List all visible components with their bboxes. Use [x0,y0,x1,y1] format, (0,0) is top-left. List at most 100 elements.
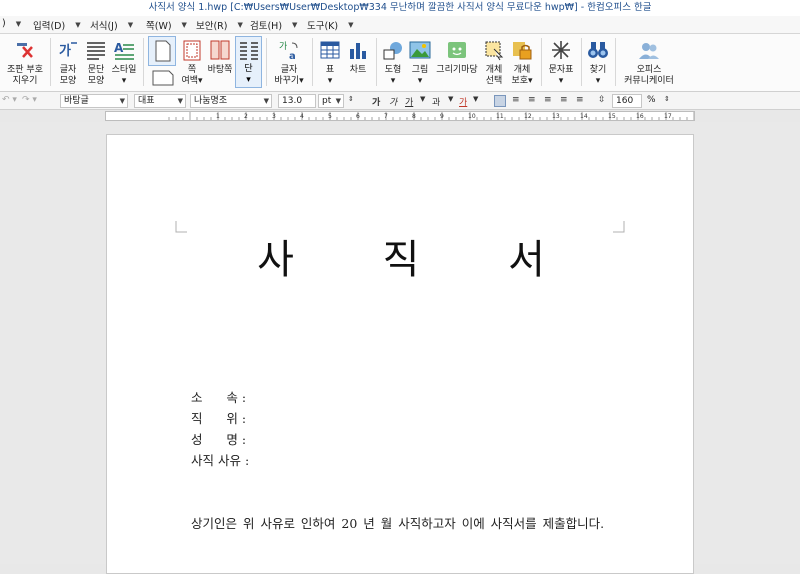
svg-text:a: a [289,51,296,61]
char-replace-icon: 가a [279,41,298,61]
redo-icon[interactable]: ↷ ▾ [22,95,37,105]
align-left-icon[interactable]: ≡ [512,95,520,105]
align-right-icon[interactable]: ≡ [544,95,552,105]
ribbon-separator [376,38,377,86]
ribbon-separator [266,38,267,86]
ruler-label: 13 [552,113,560,120]
people-icon [639,43,659,59]
align-center-icon[interactable]: ≡ [528,95,536,105]
align-distribute-icon[interactable]: ≡ [560,95,568,105]
page-portrait-icon [155,40,171,62]
find-button[interactable]: 찾기 ▾ [584,36,612,90]
clipart-icon [448,42,466,58]
strikethrough-button[interactable]: 과 [432,95,440,108]
column-icon [240,42,258,60]
ribbon-separator [541,38,542,86]
horizontal-ruler[interactable]: 1 2 3 4 5 6 7 8 9 10 11 12 13 14 15 16 17 [105,111,695,121]
font-size-input[interactable]: 13.0 [278,94,316,108]
symbol-button[interactable]: 문자표 ▾ [544,36,578,90]
char-shape-icon: 가 [59,42,77,59]
menu-item-review[interactable]: 검토(H) ▼ [250,18,297,32]
para-shape-button[interactable]: 문단 모양 [82,36,110,90]
column-button[interactable]: 단 ▾ [235,36,262,88]
object-select-button[interactable]: 개체 선택 [480,36,508,90]
ruler-label: 15 [608,113,616,120]
ribbon-toolbar: 조판 부호 지우기 가 글자 모양 문단 모양 A 스타일 ▾ 쪽 여백▾ 바탕… [0,34,800,92]
draw-market-button[interactable]: 그리기마당 [434,36,480,90]
zoom-spin-icon[interactable]: ⇕ [664,95,670,103]
document-page[interactable]: 사 직 서 소 속 : 직 위 : 성 명 : 사직 사유 : 상기인은 위 사… [106,134,694,574]
ruler-label: 2 [244,113,248,120]
chart-button[interactable]: 차트 [343,36,373,90]
menu-item-page[interactable]: 쪽(W) ▼ [146,18,187,32]
underline-button[interactable]: 가 [405,95,413,108]
ribbon-separator [50,38,51,86]
page-landscape-button[interactable] [152,70,174,86]
field-reason: 사직 사유 : [191,453,250,468]
ribbon-separator [143,38,144,86]
ruler-label: 7 [384,113,388,120]
menu-item-tools[interactable]: 도구(K) ▼ [307,18,354,32]
ruler-label: 5 [328,113,332,120]
underline-dropdown-icon[interactable]: ▼ [420,95,425,103]
char-replace-button[interactable]: 가a 글자 바꾸기▾ [270,36,308,90]
menu-item-format[interactable]: 서식(J) ▼ [90,18,133,32]
color-dropdown-icon[interactable]: ▼ [473,95,478,103]
strike-dropdown-icon[interactable]: ▼ [448,95,453,103]
table-button[interactable]: 표 ▾ [316,36,344,90]
window-title: 사직서 양식 1.hwp [C:₩Users₩User₩Desktop₩334 … [0,0,800,16]
paragraph-select[interactable]: 대표 ▼ [134,94,186,108]
ruler-label: 3 [272,113,276,120]
font-unit-select[interactable]: pt ▼ [318,94,344,108]
style-button[interactable]: A 스타일 ▾ [109,36,139,90]
zoom-input[interactable]: 160 [612,94,642,108]
page-landscape-icon [152,70,174,86]
svg-text:가: 가 [279,41,287,52]
page-portrait-button[interactable] [148,36,176,66]
align-divide-icon[interactable]: ≡ [576,95,584,105]
resignation-statement: 상기인은 위 사유로 인하여 20 년 월 사직하고자 이에 사직서를 제출합니… [191,516,605,531]
menu-bar: ) ▼ 입력(D) ▼ 서식(J) ▼ 쪽(W) ▼ 보안(R) ▼ 검토(H) ▼ 도구(… [0,16,800,34]
ruler-label: 11 [496,113,504,120]
size-spin-icon[interactable]: ⇕ [348,95,354,103]
lock-icon [513,42,532,60]
undo-icon[interactable]: ↶ ▾ [2,95,17,105]
object-protect-button[interactable]: 개체 보호▾ [507,36,537,90]
menu-item-partial[interactable]: ) ▼ [2,18,21,29]
document-title: 사 직 서 [257,237,583,283]
char-shape-button[interactable]: 가 글자 모양 [53,36,83,90]
align-justify-icon[interactable] [494,95,506,107]
clear-format-button[interactable]: 조판 부호 지우기 [2,36,48,90]
bold-button[interactable]: 가 [372,95,380,108]
font-select[interactable]: 나눔명조 ▼ [190,94,272,108]
shapes-icon [383,42,402,60]
page-margin-icon [183,40,201,61]
picture-button[interactable]: 그림 ▾ [406,36,434,90]
background-page-button[interactable]: 바탕쪽 [205,36,235,90]
page-margin-button[interactable]: 쪽 여백▾ [178,36,206,90]
svg-text:A: A [114,41,124,55]
binoculars-icon [588,42,608,58]
ruler-ticks: 1 2 3 4 5 6 7 8 9 10 11 12 13 14 15 16 17 [168,112,694,120]
ruler-label: 16 [636,113,644,120]
ruler-label: 12 [524,113,532,120]
style-select[interactable]: 바탕글 ▼ [60,94,128,108]
font-color-button[interactable]: 가 [459,95,467,108]
ruler-label: 8 [412,113,416,120]
office-communicator-button[interactable]: 오피스 커뮤니케이터 [619,36,679,90]
ribbon-separator [615,38,616,86]
zoom-unit: % [647,95,656,105]
ruler-label: 4 [300,113,304,120]
ribbon-separator [581,38,582,86]
italic-button[interactable]: 가 [389,95,397,108]
field-department: 소 속 : [191,390,247,405]
field-name: 성 명 : [191,432,247,447]
menu-item-insert[interactable]: 입력(D) ▼ [33,18,81,32]
table-icon [320,41,340,59]
svg-text:가: 가 [59,44,71,59]
bar-chart-icon [350,43,366,59]
shape-button[interactable]: 도형 ▾ [379,36,407,90]
menu-item-security[interactable]: 보안(R) ▼ [196,18,243,32]
clear-format-icon [17,43,33,58]
ruler-label: 1 [216,113,220,120]
